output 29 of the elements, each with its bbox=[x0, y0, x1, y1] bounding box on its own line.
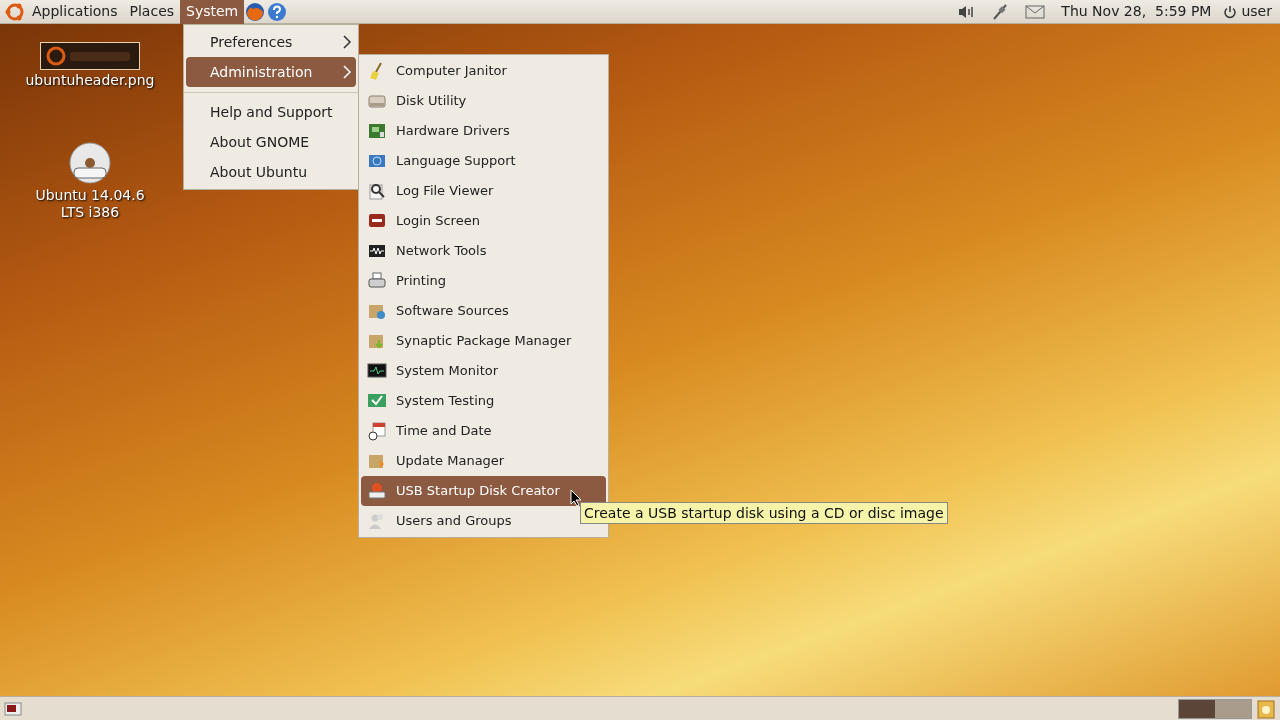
menu-item[interactable]: Preferences bbox=[186, 27, 356, 57]
menu-item[interactable]: System Testing bbox=[361, 386, 577, 416]
menu-item[interactable]: Log File Viewer bbox=[361, 176, 577, 206]
menu-item[interactable]: Network Tools bbox=[361, 236, 577, 266]
menu-item[interactable]: Synaptic Package Manager bbox=[361, 326, 577, 356]
menu-item[interactable]: Printing bbox=[361, 266, 577, 296]
menu-item[interactable]: Users and Groups bbox=[361, 506, 577, 536]
user-name[interactable]: user bbox=[1241, 1, 1272, 22]
menu-item[interactable]: Language Support bbox=[361, 146, 577, 176]
menu-item[interactable]: About GNOME bbox=[186, 127, 356, 157]
menu-item[interactable]: Software Sources bbox=[361, 296, 577, 326]
menu-item[interactable]: Update Manager bbox=[361, 446, 577, 476]
panel-menu[interactable]: Places bbox=[123, 0, 181, 24]
panel-menu[interactable]: Applications bbox=[26, 0, 124, 24]
menu-item[interactable]: Hardware Drivers bbox=[361, 116, 577, 146]
menu-item[interactable]: Administration bbox=[186, 57, 356, 87]
menu-item[interactable]: System Monitor bbox=[361, 356, 577, 386]
panel-menu[interactable]: System bbox=[180, 0, 245, 24]
menu-item[interactable]: Login Screen bbox=[361, 206, 577, 236]
tooltip: Create a USB startup disk using a CD or disc image bbox=[580, 502, 948, 524]
desktop-icon-label[interactable]: Ubuntu 14.04.6 LTS i386 bbox=[25, 187, 155, 221]
menu-item[interactable]: Disk Utility bbox=[361, 86, 577, 116]
desktop-icon-label[interactable]: ubuntuheader.png bbox=[25, 72, 155, 89]
clock[interactable]: Thu Nov 28, 5:59 PM bbox=[1061, 1, 1212, 22]
menu-item[interactable]: About Ubuntu bbox=[186, 157, 356, 187]
menu-item[interactable]: Help and Support bbox=[186, 97, 356, 127]
menu-item[interactable]: USB Startup Disk Creator bbox=[361, 476, 606, 506]
menu-item[interactable]: Time and Date bbox=[361, 416, 577, 446]
menu-item[interactable]: Computer Janitor bbox=[361, 56, 577, 86]
